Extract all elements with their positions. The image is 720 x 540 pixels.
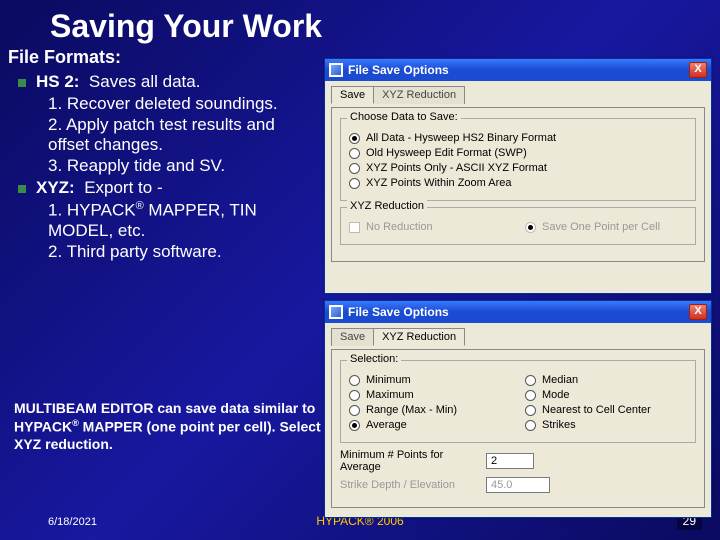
opt-mode[interactable]: Mode: [525, 389, 687, 401]
titlebar[interactable]: File Save Options X: [325, 59, 711, 81]
checkbox-icon: [349, 222, 360, 233]
opt-average[interactable]: Average: [349, 419, 511, 431]
opt-xyz-only[interactable]: XYZ Points Only - ASCII XYZ Format: [349, 162, 687, 174]
dialog-save-options-bottom: File Save Options X Save XYZ Reduction S…: [324, 300, 712, 518]
opt-one-point-per-cell: Save One Point per Cell: [525, 221, 687, 233]
group-xyz-reduction: XYZ Reduction No Reduction Save One Poin…: [340, 207, 696, 245]
opt-range[interactable]: Range (Max - Min): [349, 404, 511, 416]
dialog-title: File Save Options: [348, 305, 449, 319]
hs2-item-1: 1. Recover deleted soundings.: [36, 94, 320, 114]
group-selection-legend: Selection:: [347, 353, 401, 365]
field-strike-depth: Strike Depth / Elevation 45.0: [340, 477, 696, 493]
opt-nearest[interactable]: Nearest to Cell Center: [525, 404, 687, 416]
radio-icon: [525, 375, 536, 386]
note-text: MULTIBEAM EDITOR can save data similar t…: [14, 400, 324, 453]
opt-xyz-zoom[interactable]: XYZ Points Within Zoom Area: [349, 177, 687, 189]
radio-icon: [349, 163, 360, 174]
radio-icon: [349, 133, 360, 144]
radio-icon: [525, 420, 536, 431]
app-icon: [329, 63, 343, 77]
titlebar[interactable]: File Save Options X: [325, 301, 711, 323]
tabstrip: Save XYZ Reduction: [331, 327, 705, 345]
bullet-hs2: HS 2: Saves all data.: [36, 72, 320, 92]
dialog-title: File Save Options: [348, 63, 449, 77]
radio-icon: [525, 222, 536, 233]
close-button[interactable]: X: [689, 62, 707, 78]
bullet-xyz-desc: Export to -: [84, 178, 162, 197]
xyz-item-1: 1. HYPACK® MAPPER, TIN MODEL, etc.: [36, 200, 320, 241]
close-button[interactable]: X: [689, 304, 707, 320]
opt-minimum[interactable]: Minimum: [349, 374, 511, 386]
hs2-item-3: 3. Reapply tide and SV.: [36, 156, 320, 176]
input-strike-depth: 45.0: [486, 477, 550, 493]
dialog-save-options-top: File Save Options X Save XYZ Reduction C…: [324, 58, 712, 294]
app-icon: [329, 305, 343, 319]
group-selection: Selection: Minimum Maximum Range (Max - …: [340, 360, 696, 443]
bullet-xyz-label: XYZ:: [36, 178, 75, 197]
hs2-item-2: 2. Apply patch test results and offset c…: [36, 115, 320, 155]
group-choose-data: Choose Data to Save: All Data - Hysweep …: [340, 118, 696, 201]
opt-all-data[interactable]: All Data - Hysweep HS2 Binary Format: [349, 132, 687, 144]
radio-icon: [525, 405, 536, 416]
bullet-hs2-label: HS 2:: [36, 72, 79, 91]
opt-maximum[interactable]: Maximum: [349, 389, 511, 401]
opt-median[interactable]: Median: [525, 374, 687, 386]
opt-strikes[interactable]: Strikes: [525, 419, 687, 431]
tab-save[interactable]: Save: [331, 328, 374, 346]
chk-no-reduction: No Reduction: [349, 221, 511, 233]
field-strike-depth-label: Strike Depth / Elevation: [340, 479, 480, 491]
radio-icon: [349, 375, 360, 386]
radio-icon: [349, 390, 360, 401]
bullet-hs2-desc: Saves all data.: [89, 72, 201, 91]
tabstrip: Save XYZ Reduction: [331, 85, 705, 103]
radio-icon: [349, 405, 360, 416]
radio-icon: [349, 148, 360, 159]
slide-title: Saving Your Work: [0, 0, 720, 47]
xyz-item-2: 2. Third party software.: [36, 242, 320, 262]
radio-icon: [349, 420, 360, 431]
group-xyz-reduction-legend: XYZ Reduction: [347, 200, 427, 212]
bullet-xyz: XYZ: Export to -: [36, 178, 320, 198]
field-min-points: Minimum # Points for Average 2: [340, 449, 696, 473]
group-choose-data-legend: Choose Data to Save:: [347, 111, 461, 123]
radio-icon: [349, 178, 360, 189]
opt-old-format[interactable]: Old Hysweep Edit Format (SWP): [349, 147, 687, 159]
tab-save[interactable]: Save: [331, 86, 374, 104]
xyz-panel: Selection: Minimum Maximum Range (Max - …: [331, 349, 705, 508]
save-panel: Choose Data to Save: All Data - Hysweep …: [331, 107, 705, 262]
bullet-list: HS 2: Saves all data. 1. Recover deleted…: [0, 72, 320, 262]
footer-date: 6/18/2021: [48, 516, 97, 528]
tab-xyz-reduction[interactable]: XYZ Reduction: [373, 328, 465, 346]
input-min-points[interactable]: 2: [486, 453, 534, 469]
radio-icon: [525, 390, 536, 401]
field-min-points-label: Minimum # Points for Average: [340, 449, 480, 473]
tab-xyz-reduction[interactable]: XYZ Reduction: [373, 86, 465, 104]
